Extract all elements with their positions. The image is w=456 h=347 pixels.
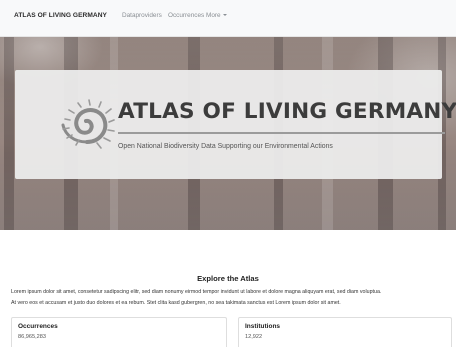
- stat-card-occurrences[interactable]: Occurrences 86,965,283: [11, 317, 227, 347]
- ammonite-fossil-icon: [61, 99, 115, 149]
- nav-link-dataproviders[interactable]: Dataproviders: [122, 12, 162, 19]
- nav-dropdown-more-label: More: [206, 12, 221, 19]
- hero-title: ATLAS OF LIVING GERMANY: [118, 99, 456, 124]
- nav-link-occurrences[interactable]: Occurrences: [168, 12, 204, 19]
- hero-subtitle: Open National Biodiversity Data Supporti…: [118, 143, 333, 150]
- stat-label: Institutions: [245, 323, 281, 330]
- intro-text-line: Lorem ipsum dolor sit amet, consetetur s…: [11, 289, 382, 295]
- navbar-brand[interactable]: ATLAS OF LIVING GERMANY: [14, 12, 107, 19]
- caret-down-icon: [222, 14, 227, 17]
- hero-banner: ATLAS OF LIVING GERMANY Open National Bi…: [0, 37, 456, 230]
- nav-dropdown-more[interactable]: More: [206, 12, 227, 19]
- stat-label: Occurrences: [18, 323, 58, 330]
- stat-card-institutions[interactable]: Institutions 12,922: [238, 317, 452, 347]
- hero-divider: [118, 132, 445, 134]
- section-title: Explore the Atlas: [197, 274, 259, 283]
- stat-value: 86,965,283: [18, 334, 46, 340]
- top-navbar: ATLAS OF LIVING GERMANY Dataproviders Oc…: [0, 0, 456, 37]
- stat-value: 12,922: [245, 334, 263, 340]
- intro-text-line: At vero eos et accusam et justo duo dolo…: [11, 300, 341, 306]
- hero-card: ATLAS OF LIVING GERMANY Open National Bi…: [15, 70, 456, 179]
